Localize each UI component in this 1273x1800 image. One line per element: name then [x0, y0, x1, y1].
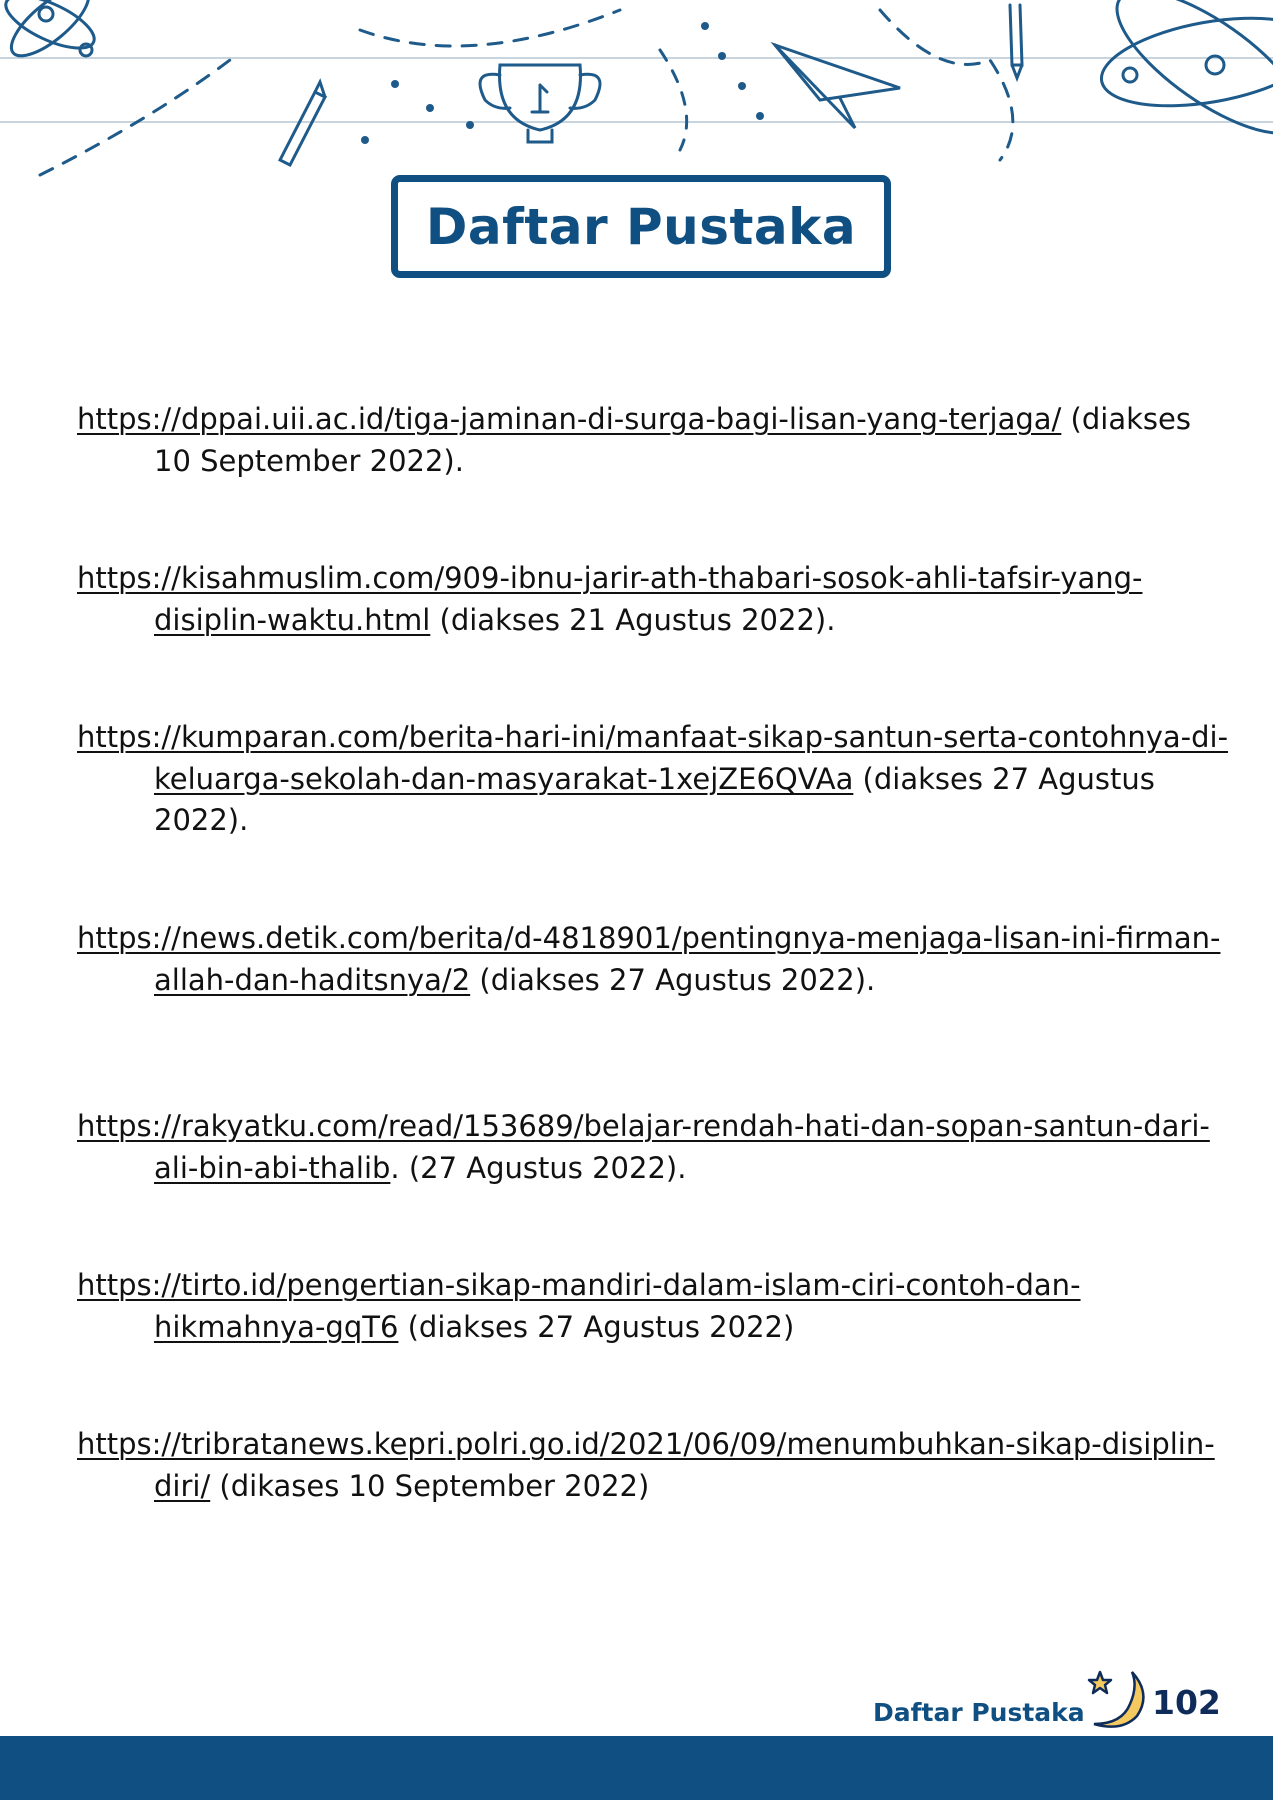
reference-item: https://rakyatku.com/read/153689/belajar… [77, 1106, 1234, 1189]
reference-link[interactable]: https://dppai.uii.ac.id/tiga-jaminan-di-… [77, 402, 1061, 436]
doodle-header-illustration [0, 0, 1273, 177]
reference-access-note: (diakses 27 Agustus 2022). [470, 962, 876, 997]
page-title: Daftar Pustaka [425, 197, 857, 256]
reference-item: https://news.detik.com/berita/d-4818901/… [77, 918, 1234, 1001]
reference-access-note: (diakses 27 Agustus 2022) [398, 1309, 795, 1344]
reference-item: https://tribratanews.kepri.polri.go.id/2… [77, 1424, 1234, 1507]
footer-section-label: Daftar Pustaka [873, 1698, 1085, 1727]
page-title-box: Daftar Pustaka [391, 175, 891, 278]
moon-star-icon [1087, 1670, 1145, 1728]
page-number: 102 [1152, 1683, 1221, 1722]
reference-item: https://kisahmuslim.com/909-ibnu-jarir-a… [77, 558, 1234, 641]
reference-access-note: . (27 Agustus 2022). [390, 1150, 687, 1185]
footer-bar [0, 1736, 1273, 1800]
reference-item: https://dppai.uii.ac.id/tiga-jaminan-di-… [77, 399, 1234, 482]
reference-access-note: (dikases 10 September 2022) [210, 1468, 650, 1503]
reference-item: https://tirto.id/pengertian-sikap-mandir… [77, 1265, 1234, 1348]
reference-access-note: (diakses 21 Agustus 2022). [430, 602, 836, 637]
reference-item: https://kumparan.com/berita-hari-ini/man… [77, 717, 1234, 842]
